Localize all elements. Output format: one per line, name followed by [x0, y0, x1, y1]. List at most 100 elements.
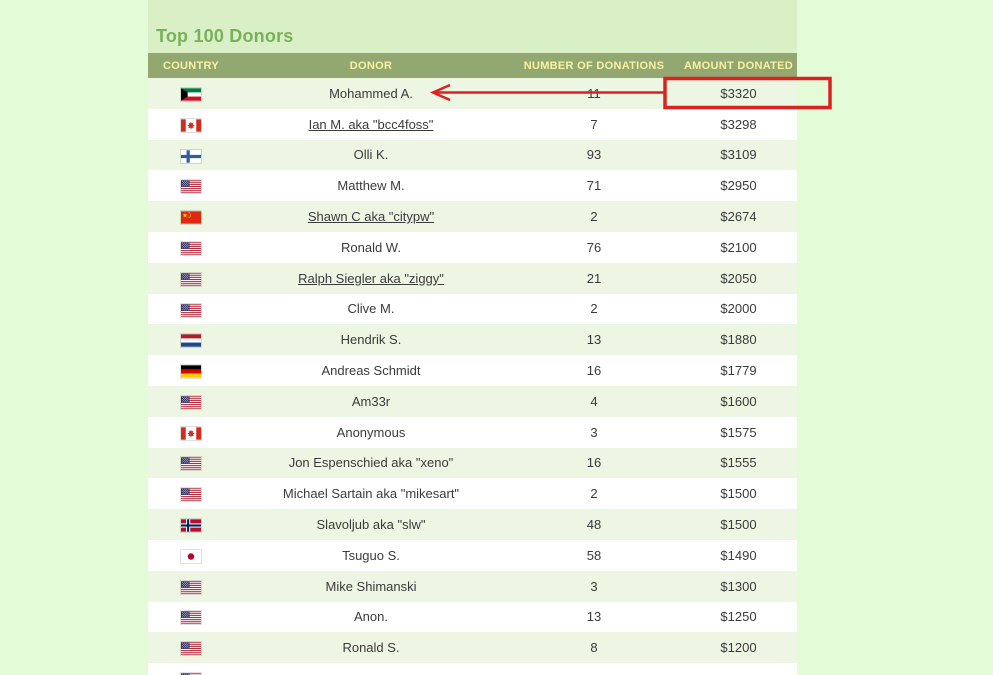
donor-cell: Clive M. — [234, 294, 508, 325]
amount-cell: $1779 — [680, 355, 797, 386]
donor-cell: Ronald W. — [234, 232, 508, 263]
donor-link[interactable]: Ralph Siegler aka "ziggy" — [298, 271, 444, 286]
donations-cell: 8 — [508, 632, 680, 663]
country-cell — [148, 448, 234, 479]
donor-name: Ronald S. — [342, 640, 399, 655]
flag-us-icon — [181, 304, 201, 317]
table-row: Tsuguo S.58$1490 — [148, 540, 797, 571]
amount-cell: $3298 — [680, 109, 797, 140]
country-cell — [148, 417, 234, 448]
flag-us-icon — [181, 242, 201, 255]
donor-cell: Ronald S. — [234, 632, 508, 663]
donor-link[interactable]: Shawn C aka "citypw" — [308, 209, 434, 224]
table-row — [148, 663, 797, 675]
donor-cell: Olli K. — [234, 140, 508, 171]
amount-cell: $1555 — [680, 448, 797, 479]
donor-name: Mohammed A. — [329, 86, 413, 101]
donor-cell: Anonymous — [234, 417, 508, 448]
amount-cell: $1490 — [680, 540, 797, 571]
amount-cell: $1500 — [680, 478, 797, 509]
donor-cell: Andreas Schmidt — [234, 355, 508, 386]
amount-cell: $1575 — [680, 417, 797, 448]
donations-cell: 16 — [508, 448, 680, 479]
donor-name: Anon. — [354, 609, 388, 624]
amount-cell: $1600 — [680, 386, 797, 417]
donor-cell: Jon Espenschied aka "xeno" — [234, 448, 508, 479]
donor-name: Mike Shimanski — [325, 579, 416, 594]
country-cell — [148, 571, 234, 602]
amount-cell: $2100 — [680, 232, 797, 263]
content-column: Top 100 Donors COUNTRY DONOR NUMBER OF D… — [148, 0, 797, 675]
country-cell — [148, 109, 234, 140]
donor-table: COUNTRY DONOR NUMBER OF DONATIONS AMOUNT… — [148, 53, 797, 675]
donor-cell: Ralph Siegler aka "ziggy" — [234, 263, 508, 294]
donor-cell: Mohammed A. — [234, 78, 508, 109]
donor-link[interactable]: Ian M. aka "bcc4foss" — [309, 117, 434, 132]
donor-name: Andreas Schmidt — [322, 363, 421, 378]
table-row: Ronald S. 8$1200 — [148, 632, 797, 663]
country-cell — [148, 663, 234, 675]
donations-cell: 3 — [508, 417, 680, 448]
amount-cell: $1880 — [680, 324, 797, 355]
donor-name: Slavoljub aka "slw" — [317, 517, 426, 532]
country-cell — [148, 201, 234, 232]
table-row: Hendrik S.13$1880 — [148, 324, 797, 355]
table-row: Clive M.2$2000 — [148, 294, 797, 325]
table-row: Anonymous 3$1575 — [148, 417, 797, 448]
table-row: Am33r4$1600 — [148, 386, 797, 417]
country-cell — [148, 509, 234, 540]
donations-cell: 3 — [508, 571, 680, 602]
donor-table-body: Mohammed A.11$3320Ian M. aka "bcc4foss"7… — [148, 78, 797, 675]
donations-cell: 76 — [508, 232, 680, 263]
table-row: Jon Espenschied aka "xeno"16$1555 — [148, 448, 797, 479]
country-cell — [148, 140, 234, 171]
amount-cell: $3320 — [680, 78, 797, 109]
donor-cell: Slavoljub aka "slw" — [234, 509, 508, 540]
table-row: Ralph Siegler aka "ziggy" 21$2050 — [148, 263, 797, 294]
amount-cell — [680, 663, 797, 675]
flag-us-icon — [181, 457, 201, 470]
amount-cell: $2050 — [680, 263, 797, 294]
country-cell — [148, 355, 234, 386]
donor-name: Ronald W. — [341, 240, 401, 255]
header-donor: DONOR — [234, 53, 508, 78]
amount-cell: $1200 — [680, 632, 797, 663]
donations-cell: 4 — [508, 386, 680, 417]
donor-name: Matthew M. — [337, 178, 404, 193]
flag-de-icon — [181, 365, 201, 378]
donor-cell: Am33r — [234, 386, 508, 417]
donations-cell: 21 — [508, 263, 680, 294]
amount-cell: $3109 — [680, 140, 797, 171]
flag-us-icon — [181, 642, 201, 655]
table-row: Michael Sartain aka "mikesart"2$1500 — [148, 478, 797, 509]
donor-cell: Matthew M. — [234, 170, 508, 201]
flag-ca-icon — [181, 119, 201, 132]
donations-cell: 93 — [508, 140, 680, 171]
country-cell — [148, 632, 234, 663]
country-cell — [148, 294, 234, 325]
amount-cell: $2674 — [680, 201, 797, 232]
country-cell — [148, 263, 234, 294]
flag-ca-icon — [181, 427, 201, 440]
table-row: Olli K. 93$3109 — [148, 140, 797, 171]
country-cell — [148, 78, 234, 109]
donor-name: Olli K. — [354, 147, 389, 162]
donor-cell: Hendrik S. — [234, 324, 508, 355]
donor-cell: Tsuguo S. — [234, 540, 508, 571]
header-amount: AMOUNT DONATED — [680, 53, 797, 78]
country-cell — [148, 478, 234, 509]
donor-cell: Ian M. aka "bcc4foss" — [234, 109, 508, 140]
flag-jp-icon — [181, 550, 201, 563]
table-header-row: COUNTRY DONOR NUMBER OF DONATIONS AMOUNT… — [148, 53, 797, 78]
donations-cell: 48 — [508, 509, 680, 540]
table-row: Anon.13$1250 — [148, 602, 797, 633]
donor-name: Anonymous — [337, 425, 406, 440]
donor-cell: Mike Shimanski — [234, 571, 508, 602]
flag-cn-icon — [181, 211, 201, 224]
amount-cell: $1300 — [680, 571, 797, 602]
table-row: Shawn C aka "citypw"2$2674 — [148, 201, 797, 232]
donations-cell: 2 — [508, 478, 680, 509]
country-cell — [148, 324, 234, 355]
donor-cell: Shawn C aka "citypw" — [234, 201, 508, 232]
flag-us-icon — [181, 273, 201, 286]
